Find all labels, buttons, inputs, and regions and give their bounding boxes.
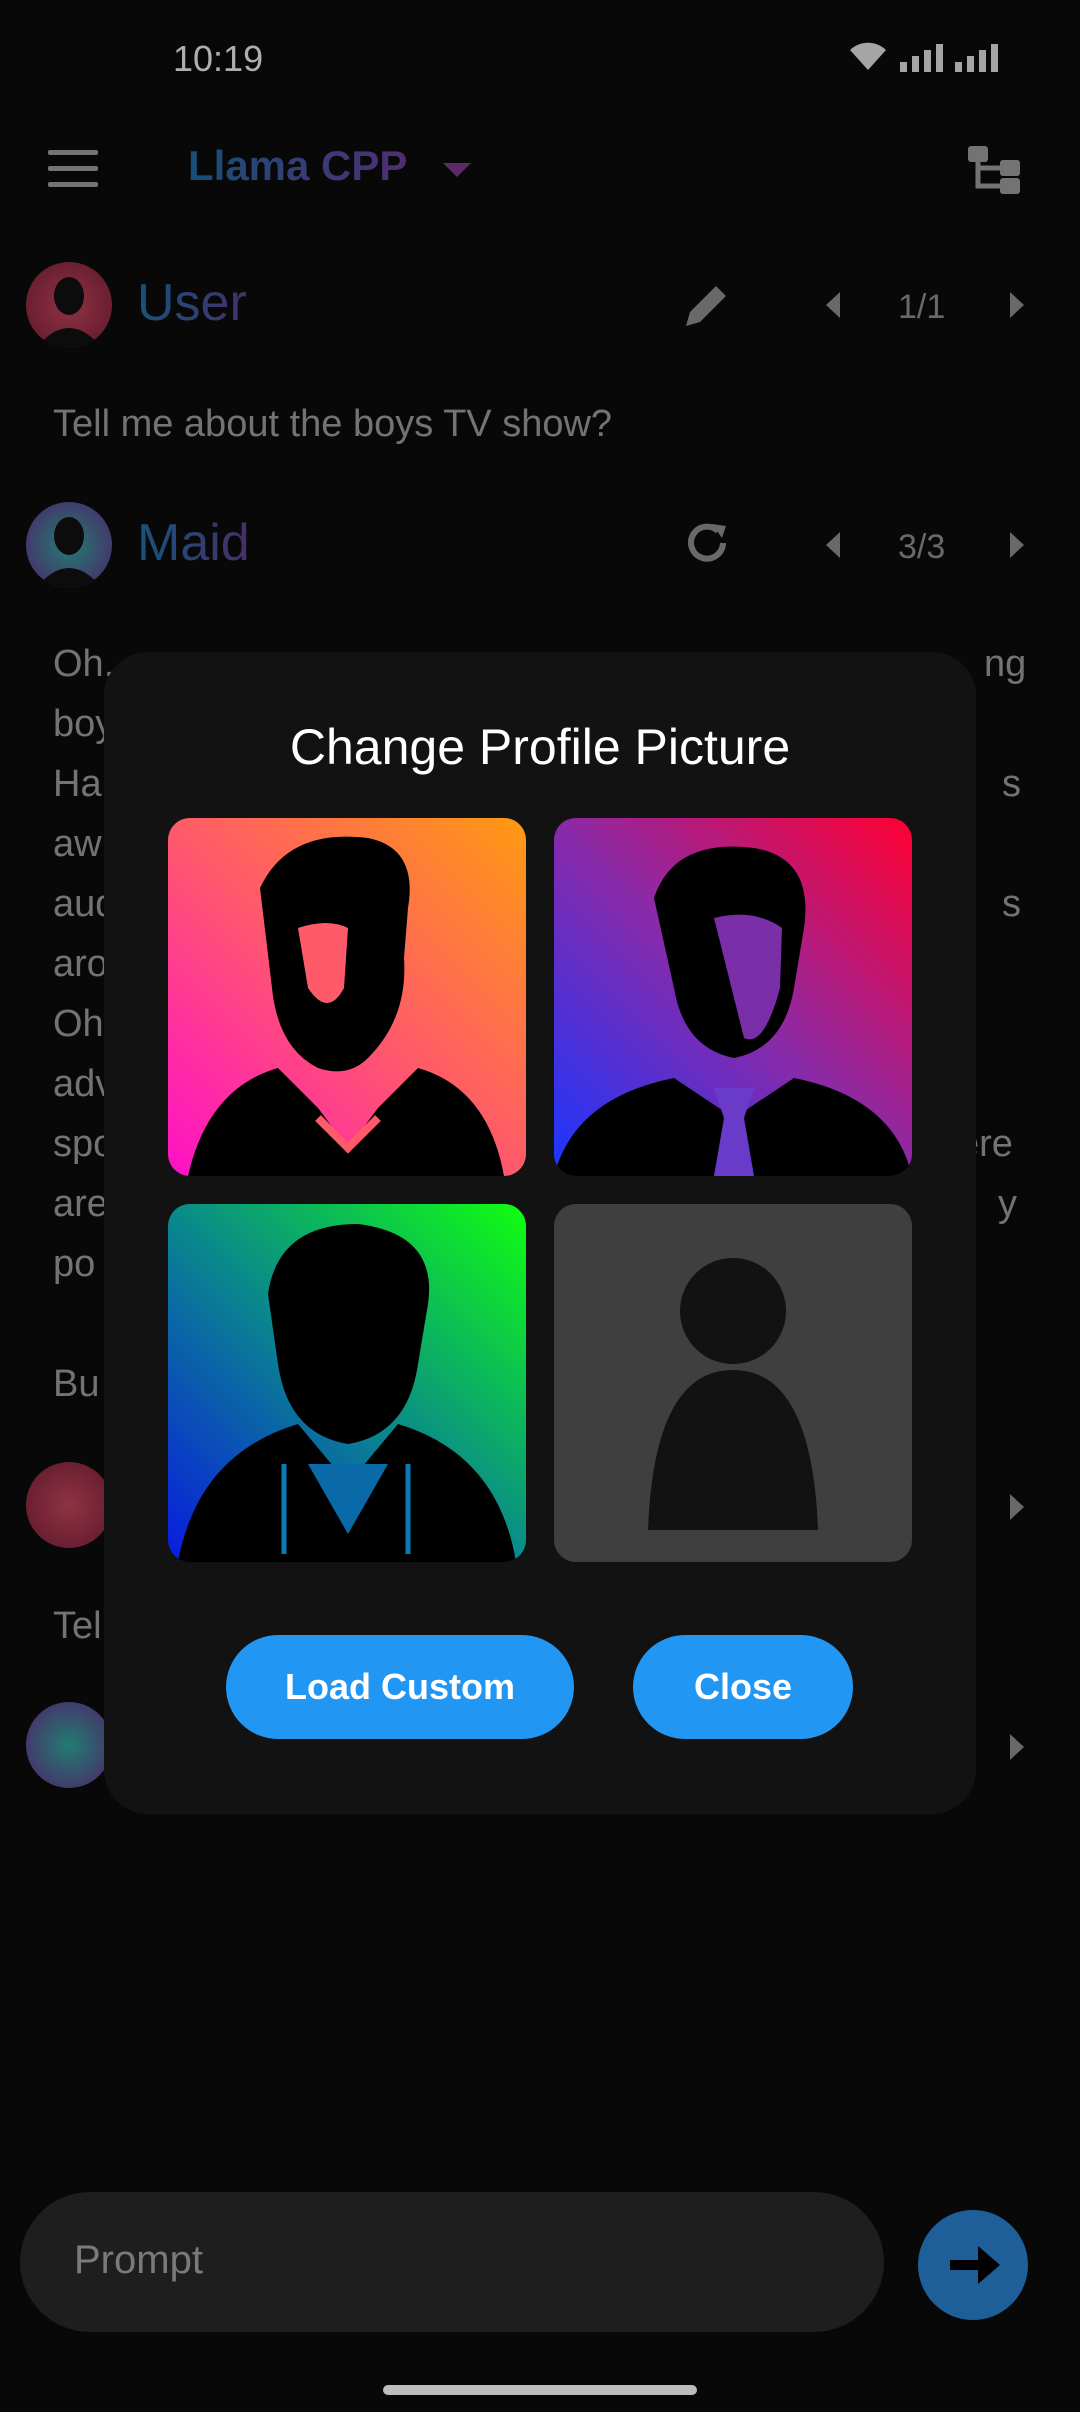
send-button[interactable] bbox=[918, 2210, 1028, 2320]
arrow-right-icon bbox=[950, 2246, 1000, 2284]
prompt-placeholder: Prompt bbox=[74, 2238, 203, 2282]
prompt-input[interactable]: Prompt bbox=[20, 2192, 884, 2332]
close-button[interactable]: Close bbox=[633, 1635, 853, 1739]
profile-picture-dialog: Change Profile Picture Load Custom Close bbox=[104, 652, 976, 1814]
load-custom-button[interactable]: Load Custom bbox=[226, 1635, 574, 1739]
avatar-option-1[interactable] bbox=[168, 818, 526, 1176]
avatar-option-2[interactable] bbox=[554, 818, 912, 1176]
dialog-title: Change Profile Picture bbox=[289, 719, 791, 775]
home-indicator[interactable] bbox=[383, 2385, 697, 2395]
avatar-option-3[interactable] bbox=[168, 1204, 526, 1562]
avatar-option-default[interactable] bbox=[554, 1204, 912, 1562]
